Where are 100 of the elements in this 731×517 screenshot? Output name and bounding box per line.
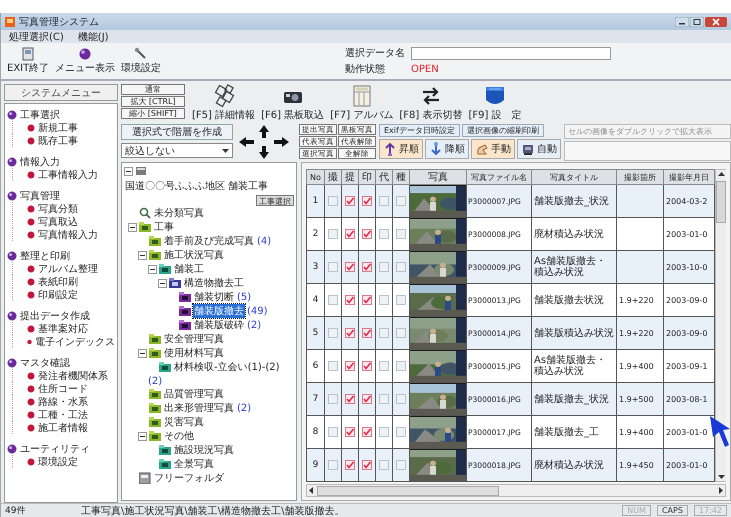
- horizontal-scrollbar[interactable]: [306, 484, 726, 497]
- menu-item[interactable]: 工種・工法: [38, 408, 88, 422]
- checkbox[interactable]: [328, 262, 338, 272]
- checkbox[interactable]: [345, 262, 355, 272]
- create-hierarchy-button[interactable]: 選択式で階層を作成: [121, 124, 233, 140]
- text-field[interactable]: [564, 141, 731, 161]
- checkbox[interactable]: [396, 360, 406, 371]
- menu-item[interactable]: 表紙印刷: [38, 274, 78, 288]
- checkbox[interactable]: [362, 360, 372, 371]
- toolbar-button[interactable]: EXIT終了: [5, 46, 52, 76]
- checkbox[interactable]: [345, 394, 355, 404]
- tree-item[interactable]: 着手前及び完成写真: [163, 234, 255, 248]
- checkbox[interactable]: [379, 394, 389, 404]
- scroll-thumb[interactable]: [716, 181, 726, 223]
- column-header[interactable]: 撮: [324, 170, 342, 184]
- checkbox[interactable]: [362, 294, 372, 305]
- checkbox[interactable]: [379, 262, 389, 272]
- checkbox[interactable]: [345, 328, 355, 338]
- checkbox[interactable]: [328, 360, 338, 371]
- menu-item[interactable]: 施工者情報: [38, 420, 88, 434]
- checkbox[interactable]: [328, 328, 338, 338]
- column-header[interactable]: 種: [392, 170, 410, 184]
- column-header[interactable]: 写真ファイル名: [466, 170, 532, 184]
- menu-item[interactable]: 新規工事: [38, 120, 78, 134]
- column-header[interactable]: 撮影箇所: [616, 170, 664, 184]
- view-button[interactable]: 拡大 [CTRL]: [121, 96, 185, 107]
- column-header[interactable]: 代: [376, 170, 392, 184]
- function-key-button[interactable]: [F9] 設 定: [467, 84, 523, 122]
- scroll-thumb[interactable]: [317, 486, 499, 496]
- tree-item[interactable]: 構造物撤去工: [183, 276, 245, 290]
- checkbox[interactable]: [396, 460, 406, 470]
- tree-item[interactable]: 施工状況写真: [163, 248, 225, 262]
- function-key-button[interactable]: [F5] 詳細情報: [191, 84, 256, 122]
- tree-item[interactable]: 全景写真: [173, 457, 215, 471]
- tree-item[interactable]: 舗装版破砕: [193, 318, 245, 332]
- menu-item[interactable]: 住所コード: [38, 382, 88, 396]
- checkbox[interactable]: [396, 294, 406, 305]
- action-button[interactable]: 選択画像の縮刷印刷: [462, 124, 544, 137]
- tree-item[interactable]: 施設現況写真: [173, 443, 235, 457]
- checkbox[interactable]: [362, 228, 372, 239]
- checkbox[interactable]: [345, 360, 355, 371]
- checkbox[interactable]: [379, 360, 389, 371]
- menu-item[interactable]: 発注者機関体系: [38, 368, 108, 382]
- tree-item[interactable]: その他: [163, 429, 195, 443]
- menu-item[interactable]: 写真分類: [38, 202, 78, 216]
- checkbox[interactable]: [328, 228, 338, 239]
- column-header[interactable]: 写真: [410, 170, 466, 184]
- sort-button[interactable]: 手動: [471, 139, 515, 159]
- sort-button[interactable]: 自動: [517, 139, 561, 159]
- checkbox[interactable]: [379, 294, 389, 305]
- checkbox[interactable]: [396, 394, 406, 404]
- checkbox[interactable]: [362, 394, 372, 404]
- sort-button[interactable]: 昇順: [379, 139, 423, 159]
- checkbox[interactable]: [396, 262, 406, 272]
- checkbox[interactable]: [396, 228, 406, 239]
- checkbox[interactable]: [396, 196, 406, 206]
- tree-item[interactable]: フリーフォルダ: [153, 471, 225, 485]
- checkbox[interactable]: [345, 426, 355, 437]
- checkbox[interactable]: [328, 460, 338, 470]
- checkbox[interactable]: [345, 460, 355, 470]
- sort-button[interactable]: 降順: [425, 139, 469, 159]
- checkbox[interactable]: [379, 328, 389, 338]
- tree-item[interactable]: 品質管理写真: [163, 387, 225, 401]
- tree-item[interactable]: 安全管理写真: [163, 332, 225, 346]
- menu-item[interactable]: 既存工事: [38, 134, 78, 148]
- column-header[interactable]: 写真タイトル: [532, 170, 616, 184]
- column-header[interactable]: 印: [358, 170, 376, 184]
- tree-item[interactable]: 災害写真: [163, 415, 205, 429]
- menu-item[interactable]: 機能(J): [78, 30, 109, 44]
- data-name-field[interactable]: [411, 46, 611, 60]
- menu-item[interactable]: 路線・水系: [38, 394, 88, 408]
- tree-item[interactable]: 国道〇〇号ふふふ地区 舗装工事: [124, 179, 270, 193]
- tree-item[interactable]: 出来形管理写真: [163, 401, 235, 415]
- checkbox[interactable]: [379, 460, 389, 470]
- checkbox[interactable]: [379, 196, 389, 206]
- column-header[interactable]: No: [306, 170, 324, 184]
- filter-dropdown[interactable]: 絞込しない: [121, 143, 233, 158]
- function-key-button[interactable]: [F6] 黒板取込: [260, 84, 326, 122]
- column-header[interactable]: 撮影年月日: [664, 170, 714, 184]
- menu-item[interactable]: 処理選択(C): [9, 30, 64, 44]
- menu-item[interactable]: 写真取込: [38, 214, 78, 228]
- menu-item[interactable]: 環境設定: [38, 454, 78, 468]
- menu-item[interactable]: 工事情報入力: [38, 168, 98, 182]
- view-button[interactable]: 通常: [121, 84, 185, 95]
- checkbox[interactable]: [396, 328, 406, 338]
- project-select-button[interactable]: 工事選択: [256, 195, 294, 206]
- menu-item[interactable]: アルバム整理: [38, 262, 98, 276]
- tree-item[interactable]: 舗装切断: [193, 290, 235, 304]
- view-button[interactable]: 縮小 [SHIFT]: [121, 108, 185, 119]
- function-key-button[interactable]: [F8] 表示切替: [398, 84, 464, 122]
- checkbox[interactable]: [328, 196, 338, 206]
- checkbox[interactable]: [379, 426, 389, 437]
- toolbar-button[interactable]: 環境設定: [119, 46, 164, 76]
- tree-item[interactable]: 未分類写真: [153, 206, 205, 220]
- checkbox[interactable]: [362, 262, 372, 272]
- menu-item[interactable]: 電子インデックス: [35, 334, 115, 348]
- menu-item[interactable]: 基準案対応: [38, 322, 88, 336]
- checkbox[interactable]: [362, 460, 372, 470]
- tree-item[interactable]: 使用材料写真: [163, 346, 225, 360]
- column-header[interactable]: 提: [342, 170, 358, 184]
